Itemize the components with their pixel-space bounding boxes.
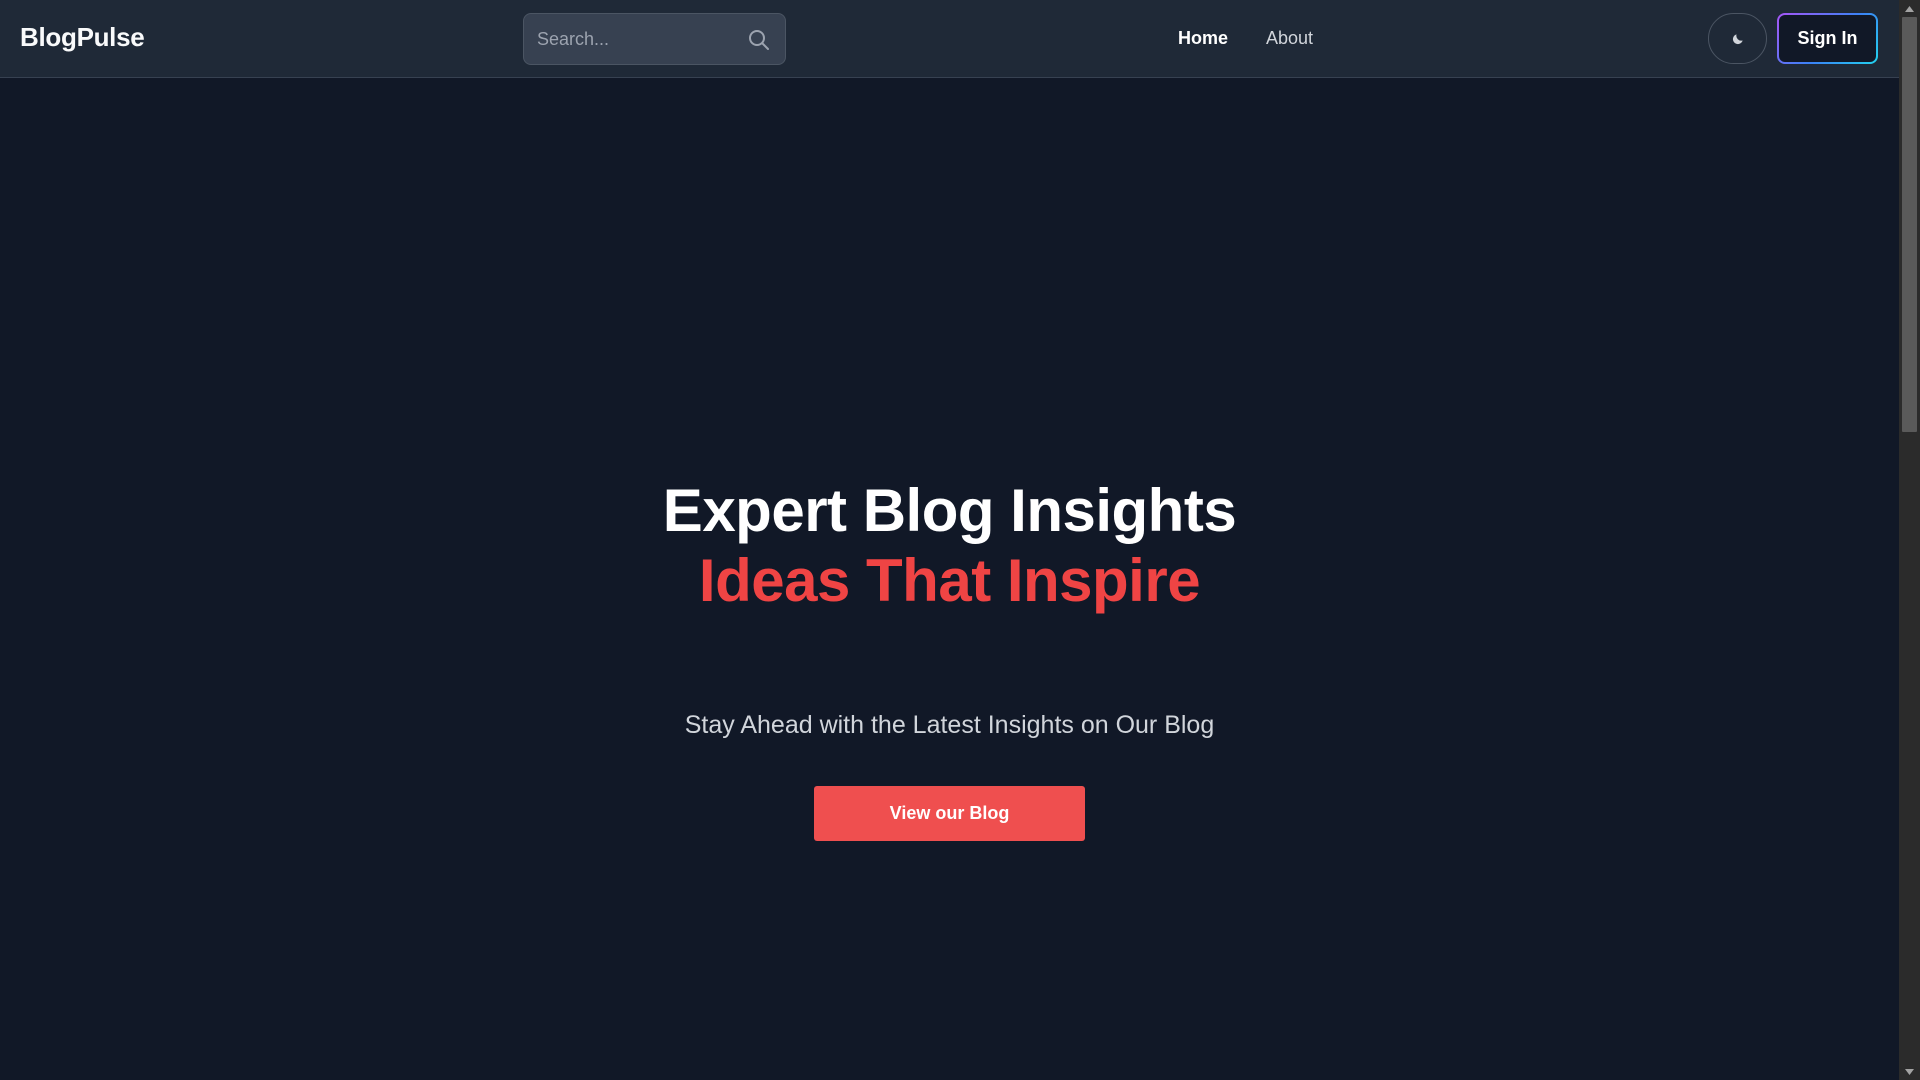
scroll-down-arrow-icon[interactable] <box>1899 1063 1920 1080</box>
sign-in-button[interactable]: Sign In <box>1777 13 1878 64</box>
hero-title-line2: Ideas That Inspire <box>698 547 1201 614</box>
navbar: BlogPulse Home About Sign In <box>0 0 1899 78</box>
hero-section: Expert Blog Insights Ideas That Inspire … <box>0 79 1899 1080</box>
page: BlogPulse Home About Sign In Expert Blog… <box>0 0 1920 1080</box>
scroll-up-arrow-icon[interactable] <box>1899 0 1920 17</box>
search-box <box>523 13 786 65</box>
hero-subtitle: Stay Ahead with the Latest Insights on O… <box>684 711 1215 739</box>
scrollbar-thumb[interactable] <box>1902 17 1917 432</box>
moon-icon <box>1732 33 1743 44</box>
view-blog-button[interactable]: View our Blog <box>814 786 1085 841</box>
brand-logo[interactable]: BlogPulse <box>20 22 145 53</box>
sign-in-label: Sign In <box>1779 15 1876 62</box>
nav-link-home[interactable]: Home <box>1178 28 1228 49</box>
search-input[interactable] <box>524 14 785 64</box>
hero-title-line1: Expert Blog Insights <box>662 477 1237 544</box>
hero-title: Expert Blog Insights Ideas That Inspire <box>0 476 1899 616</box>
nav-link-about[interactable]: About <box>1266 28 1313 49</box>
search-icon[interactable] <box>747 28 771 52</box>
vertical-scrollbar[interactable] <box>1899 0 1920 1080</box>
theme-toggle-button[interactable] <box>1708 13 1767 64</box>
